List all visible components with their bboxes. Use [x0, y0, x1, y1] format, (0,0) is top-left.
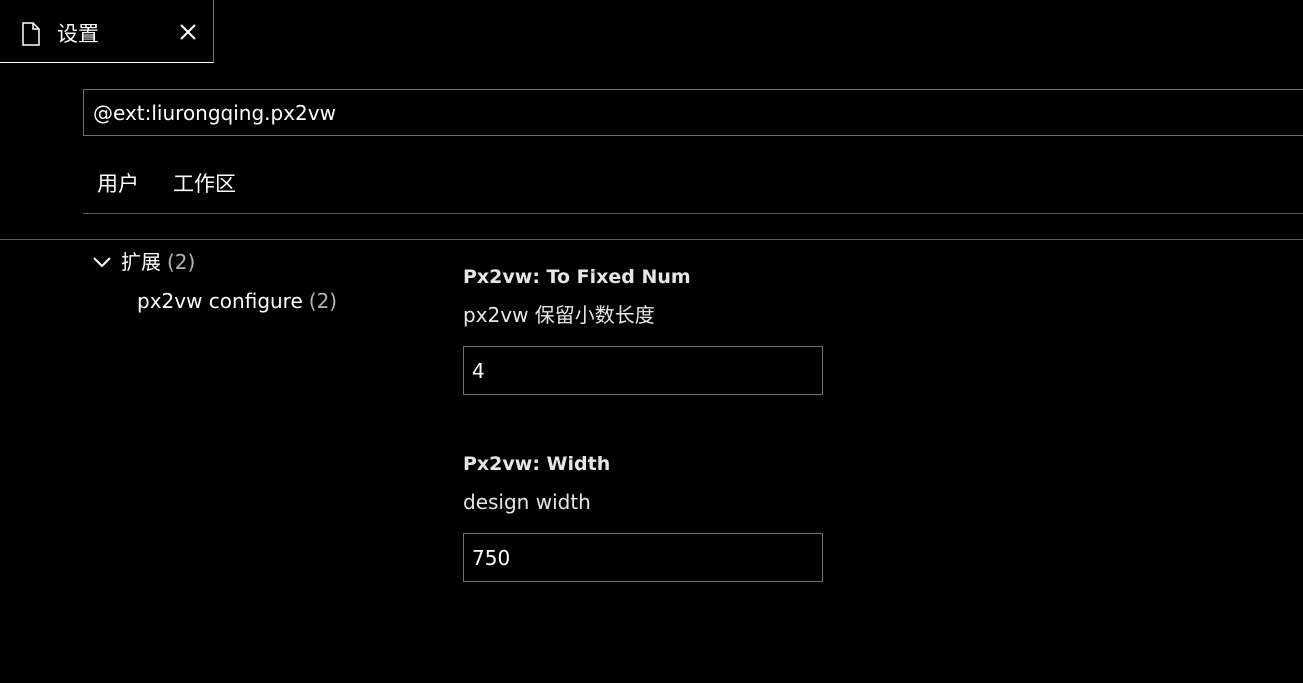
to-fixed-num-input[interactable] [463, 346, 823, 395]
chevron-down-icon [93, 257, 111, 268]
toc-item-px2vw-configure[interactable]: px2vw configure (2) [137, 287, 337, 315]
file-icon [22, 22, 40, 46]
setting-description-width: design width [463, 490, 591, 514]
toc-group-extensions[interactable]: 扩展 (2) [91, 248, 195, 276]
setting-title-width: Px2vw: Width [463, 453, 611, 475]
setting-title-to-fixed-num: Px2vw: To Fixed Num [463, 266, 691, 288]
setting-description-to-fixed-num: px2vw 保留小数长度 [463, 303, 655, 327]
close-icon[interactable] [178, 22, 198, 42]
settings-scope-tabs: 用户 工作区 [83, 162, 1303, 214]
toc-group-label: 扩展 [121, 250, 161, 274]
width-input[interactable] [463, 533, 823, 582]
divider [0, 239, 1303, 240]
tab-workspace[interactable]: 工作区 [173, 170, 236, 198]
settings-search-input[interactable] [83, 89, 1303, 136]
toc-item-label: px2vw configure [137, 289, 303, 313]
settings-tab[interactable]: 设置 [0, 0, 214, 63]
toc-item-count: (2) [308, 289, 338, 313]
tab-user[interactable]: 用户 [97, 170, 139, 198]
toc-group-count: (2) [167, 250, 196, 274]
editor-tab-bar: 设置 [0, 0, 1303, 63]
tab-title: 设置 [57, 22, 99, 46]
